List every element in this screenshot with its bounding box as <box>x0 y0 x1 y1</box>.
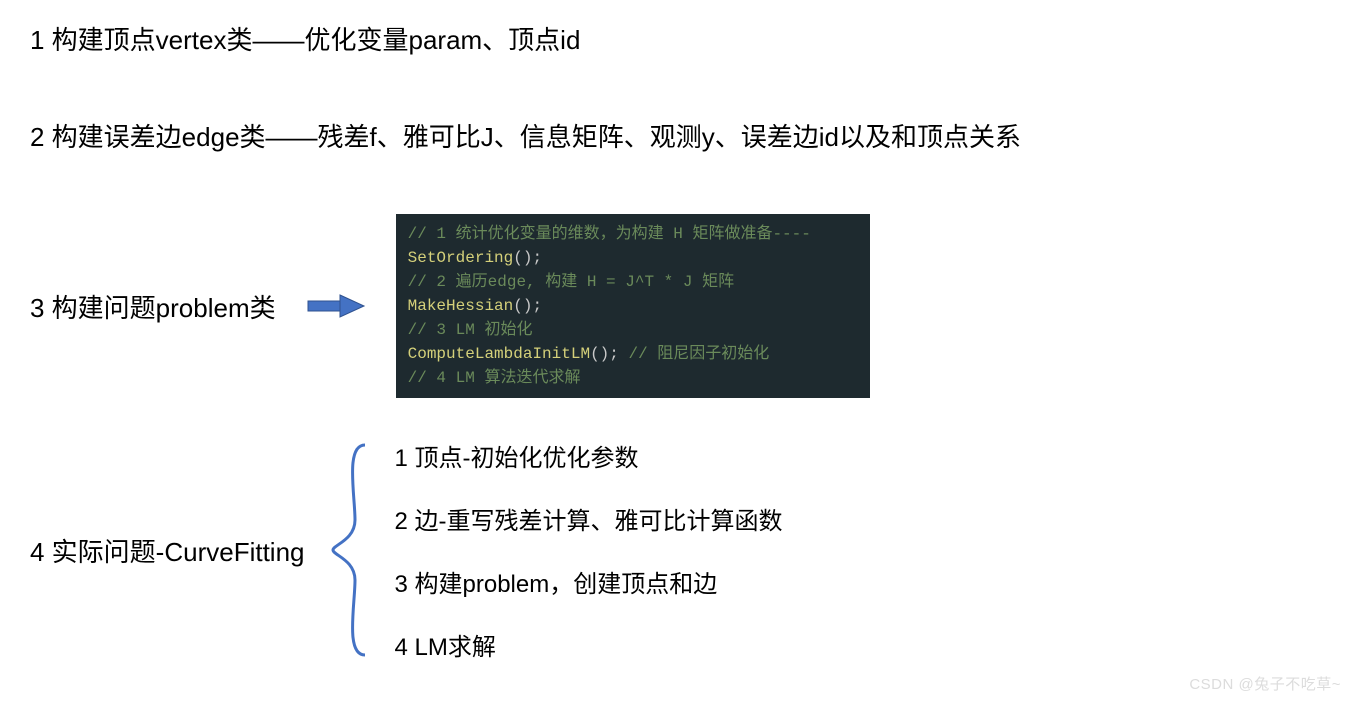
code-fn-makehessian: MakeHessian <box>408 297 514 315</box>
code-comment-3b: // 阻尼因子初始化 <box>619 345 769 363</box>
step-4-row: 4 实际问题-CurveFitting 1 顶点-初始化优化参数 2 边-重写残… <box>30 438 1331 662</box>
code-paren-2: (); <box>513 297 542 315</box>
code-paren-1: (); <box>513 249 542 267</box>
step-3-label: 3 构建问题problem类 <box>30 288 276 325</box>
arrow-right-icon <box>306 291 366 321</box>
watermark-text: CSDN @兔子不吃草~ <box>1189 673 1341 694</box>
subitem-1: 1 顶点-初始化优化参数 <box>395 438 783 473</box>
code-comment-3: // 3 LM 初始化 <box>408 321 533 339</box>
code-fn-computelambda: ComputeLambdaInitLM <box>408 345 590 363</box>
step-2-text: 2 构建误差边edge类——残差f、雅可比J、信息矩阵、观测y、误差边id以及和… <box>30 117 1331 154</box>
subitem-3: 3 构建problem，创建顶点和边 <box>395 564 783 599</box>
step-4-label: 4 实际问题-CurveFitting <box>30 532 305 569</box>
code-snippet: // 1 统计优化变量的维数，为构建 H 矩阵做准备---- SetOrderi… <box>396 214 870 398</box>
step-4-subitems: 1 顶点-初始化优化参数 2 边-重写残差计算、雅可比计算函数 3 构建prob… <box>395 438 783 662</box>
code-comment-4: // 4 LM 算法迭代求解 <box>408 369 581 387</box>
code-comment-2: // 2 遍历edge, 构建 H = J^T * J 矩阵 <box>408 273 734 291</box>
step-1-text: 1 构建顶点vertex类——优化变量param、顶点id <box>30 20 1331 57</box>
subitem-4: 4 LM求解 <box>395 627 783 662</box>
subitem-2: 2 边-重写残差计算、雅可比计算函数 <box>395 501 783 536</box>
code-comment-1: // 1 统计优化变量的维数，为构建 H 矩阵做准备---- <box>408 225 811 243</box>
curly-brace-icon <box>325 440 375 660</box>
code-paren-3: (); <box>590 345 619 363</box>
code-fn-setordering: SetOrdering <box>408 249 514 267</box>
step-3-row: 3 构建问题problem类 // 1 统计优化变量的维数，为构建 H 矩阵做准… <box>30 214 1331 398</box>
